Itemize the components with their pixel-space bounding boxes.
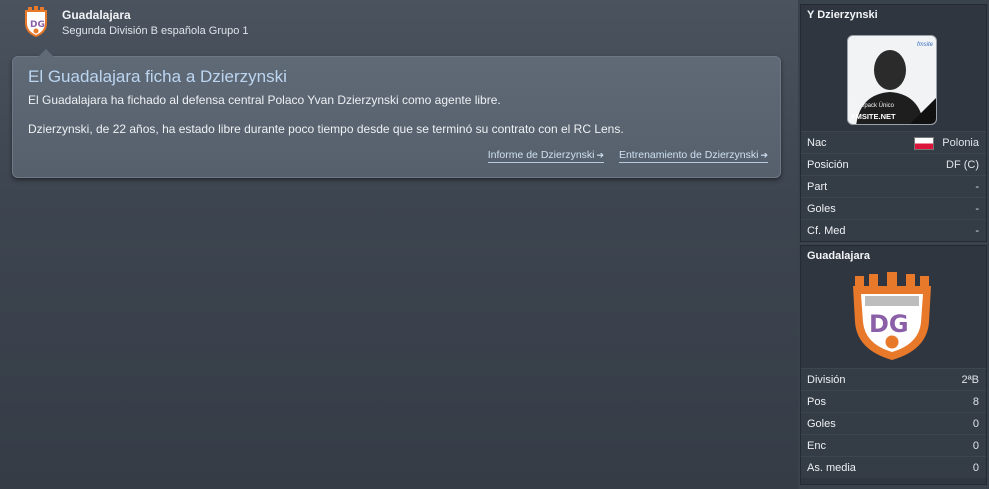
row-value: 0 <box>972 440 979 452</box>
arrow-right-icon: ➔ <box>596 150 605 160</box>
row-label: As. media <box>807 462 856 474</box>
player-panel: Y Dzierzynski fmsite Facepack Único FMSI… <box>800 4 987 242</box>
page-header: DG Guadalajara Segunda División B españo… <box>0 0 795 44</box>
photo-credit-big: FMSITE.NET <box>851 112 896 121</box>
player-info-rows: Nac Polonia Posición DF (C) Part - Goles… <box>801 131 986 241</box>
club-name[interactable]: Guadalajara <box>62 8 131 22</box>
row-label: Pos <box>807 396 826 408</box>
player-training-link-label: Entrenamiento de Dzierzynski <box>618 149 759 161</box>
row-label: Enc <box>807 440 826 452</box>
row-label: División <box>807 374 846 386</box>
player-name[interactable]: Y Dzierzynski <box>801 5 986 23</box>
arrow-right-icon: ➔ <box>760 150 768 160</box>
player-row-goals: Goles - <box>801 197 986 219</box>
player-row-apps: Part - <box>801 175 986 197</box>
row-value: - <box>975 225 979 237</box>
player-row-avg-rating: Cf. Med - <box>801 219 986 241</box>
svg-text:DG: DG <box>30 20 45 30</box>
club-panel: Guadalajara DG División 2ªB Pos 8 Goles <box>800 245 987 485</box>
club-row-conceded: Enc 0 <box>801 434 986 456</box>
player-row-position: Posición DF (C) <box>801 153 986 175</box>
news-card-pointer <box>38 49 54 57</box>
news-paragraph-1: El Guadalajara ha fichado al defensa cen… <box>28 93 501 107</box>
player-report-link[interactable]: Informe de Dzierzynski ➔ <box>487 149 605 163</box>
club-crest-large-icon[interactable]: DG <box>847 272 937 362</box>
row-label: Part <box>807 181 828 193</box>
league-name[interactable]: Segunda División B española Grupo 1 <box>62 25 249 37</box>
poland-flag-icon <box>914 137 934 150</box>
club-row-division: División 2ªB <box>801 368 986 390</box>
row-value[interactable]: Polonia <box>942 137 979 149</box>
club-info-rows: División 2ªB Pos 8 Goles 0 Enc 0 As. med… <box>801 368 986 478</box>
row-value: - <box>975 203 979 215</box>
photo-credit-small: Facepack Único <box>851 103 895 109</box>
row-label: Goles <box>807 203 836 215</box>
row-label: Nac <box>807 137 827 149</box>
club-panel-name[interactable]: Guadalajara <box>801 246 986 264</box>
news-title: El Guadalajara ficha a Dzierzynski <box>28 67 287 86</box>
row-value: DF (C) <box>946 159 979 171</box>
player-row-nationality: Nac Polonia <box>801 131 986 153</box>
sidebar: Y Dzierzynski fmsite Facepack Único FMSI… <box>798 0 989 489</box>
photo-brand: fmsite <box>916 42 933 48</box>
club-row-avg-attendance: As. media 0 <box>801 456 986 478</box>
club-row-position: Pos 8 <box>801 390 986 412</box>
row-value: 0 <box>972 418 979 430</box>
news-links: Informe de Dzierzynski ➔ Entrenamiento de… <box>476 149 768 163</box>
row-label: Goles <box>807 418 836 430</box>
row-value: - <box>975 181 979 193</box>
row-value: 0 <box>972 462 979 474</box>
row-value[interactable]: 2ªB <box>961 374 979 386</box>
player-report-link-label: Informe de Dzierzynski <box>487 149 595 161</box>
club-row-goals: Goles 0 <box>801 412 986 434</box>
player-photo[interactable]: fmsite Facepack Único FMSITE.NET <box>847 35 937 125</box>
news-card: El Guadalajara ficha a Dzierzynski El Gu… <box>12 49 781 178</box>
news-paragraph-2: Dzierzynski, de 22 años, ha estado libre… <box>28 122 624 136</box>
row-value: 8 <box>972 396 979 408</box>
club-crest-icon[interactable]: DG <box>22 5 50 37</box>
row-label: Posición <box>807 159 849 171</box>
player-training-link[interactable]: Entrenamiento de Dzierzynski ➔ <box>618 149 768 163</box>
row-label: Cf. Med <box>807 225 846 237</box>
svg-text:DG: DG <box>869 310 909 338</box>
